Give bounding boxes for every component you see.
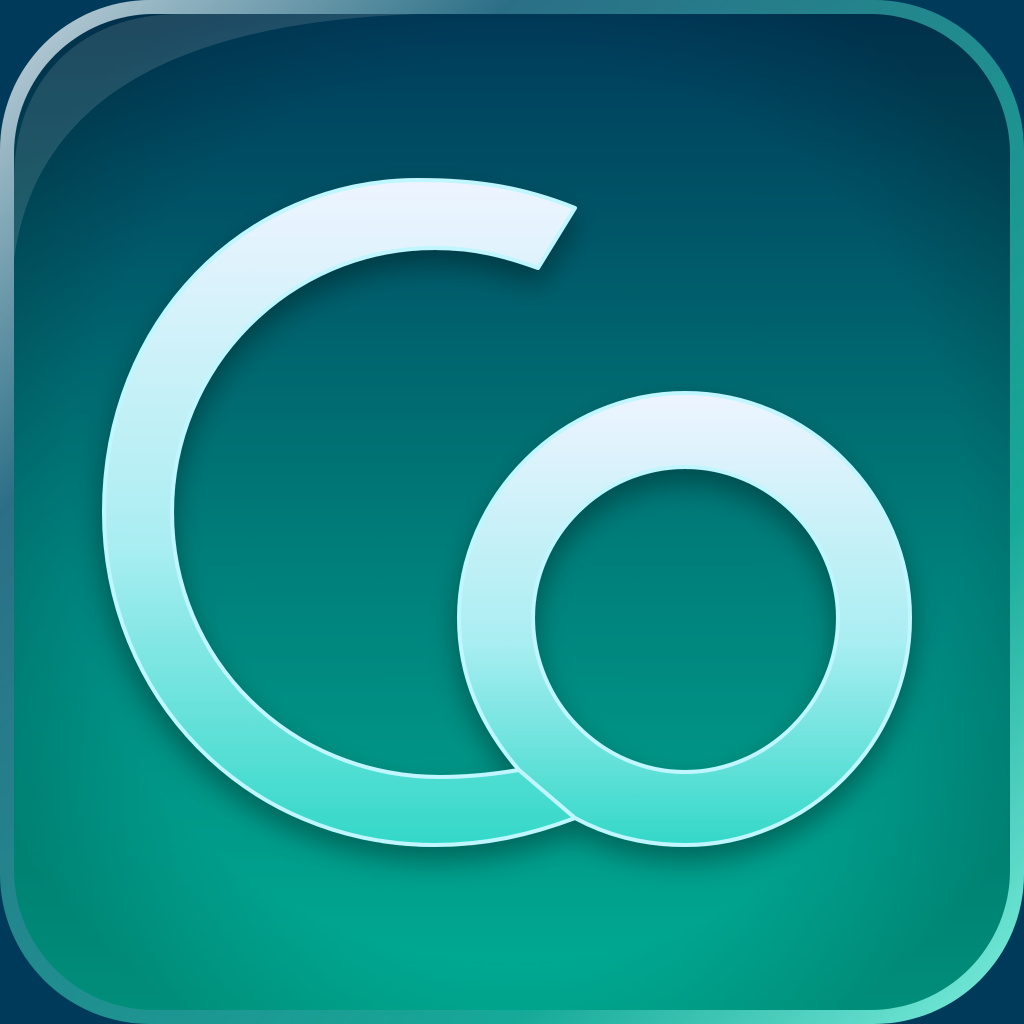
app-icon[interactable] [0, 0, 1024, 1024]
app-icon-artwork [0, 0, 1024, 1024]
